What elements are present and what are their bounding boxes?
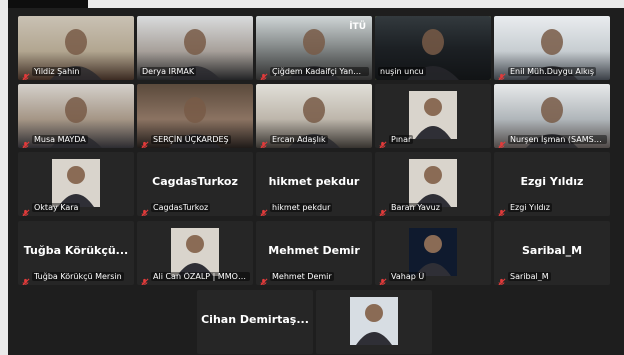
participant-name: Nurşen İşman (SAMSUN) xyxy=(508,135,607,144)
participant-tile[interactable]: Vahap Ü xyxy=(375,221,491,285)
mic-muted-icon xyxy=(140,203,149,216)
mic-muted-icon xyxy=(21,203,30,216)
itu-logo: İTÜ xyxy=(349,22,366,32)
participant-tile[interactable]: Tuğba Körükçü... Tuğba Körükçü Mersin xyxy=(18,221,134,285)
participant-name: Vahap Ü xyxy=(389,272,427,281)
participant-name: Yildiz Şahin xyxy=(32,67,82,76)
participant-label: Yildiz Şahin xyxy=(21,66,131,80)
mic-muted-icon xyxy=(259,67,268,80)
participant-tile[interactable]: Ercan Adaşlık xyxy=(256,84,372,148)
participant-label: CagdasTurkoz xyxy=(140,202,250,216)
participant-label: hikmet pekdur xyxy=(259,202,369,216)
participant-name: nuşin uncu xyxy=(378,67,426,76)
mic-muted-icon xyxy=(21,135,30,148)
participant-name: Mehmet Demir xyxy=(270,272,334,281)
mic-muted-icon xyxy=(259,272,268,285)
participant-tile[interactable]: Yildiz Şahin xyxy=(18,16,134,80)
participant-name-display: Ezgi Yıldız xyxy=(520,175,584,188)
participant-name-display: CagdasTurkoz xyxy=(152,175,238,188)
mic-muted-icon xyxy=(21,67,30,80)
participant-tile[interactable]: Musa MAYDA xyxy=(18,84,134,148)
participant-name: Derya IRMAK xyxy=(140,67,197,76)
participant-name-display: Tuğba Körükçü... xyxy=(23,244,129,257)
meeting-window: Yildiz Şahin Derya IRMAK İTÜ Çiğdem Kadaifç… xyxy=(0,0,624,355)
participant-tile[interactable]: SERÇİN ÜÇKARDEŞ xyxy=(137,84,253,148)
participant-tile[interactable]: Mehmet Demir Mehmet Demir xyxy=(256,221,372,285)
participant-name: hikmet pekdur xyxy=(270,203,333,212)
participant-tile[interactable]: Enil Müh.Duygu Alkış xyxy=(494,16,610,80)
participant-label: Enil Müh.Duygu Alkış xyxy=(497,66,607,80)
participant-tile[interactable]: Nurşen İşman (SAMSUN) xyxy=(494,84,610,148)
participant-label: Saribal_M xyxy=(497,271,607,285)
top-bar xyxy=(8,0,88,8)
participant-name: Oktay Kara xyxy=(32,203,81,212)
mic-muted-icon xyxy=(497,135,506,148)
participant-name: Tuğba Körükçü Mersin xyxy=(32,272,124,281)
participant-tile[interactable]: hikmet pekdur hikmet pekdur xyxy=(256,152,372,216)
participant-name-display: Saribal_M xyxy=(521,244,583,257)
participant-name-display: Cihan Demirtaş... xyxy=(201,313,309,326)
participant-label: Ezgi Yıldız xyxy=(497,202,607,216)
mic-muted-icon xyxy=(140,272,149,285)
profile-picture xyxy=(409,228,457,276)
participant-name: Ercan Adaşlık xyxy=(270,135,328,144)
participant-label: Mehmet Demir xyxy=(259,271,369,285)
participant-name: Çiğdem Kadaifçi Yanmaz xyxy=(270,67,369,76)
participant-tile[interactable]: nuşin uncu xyxy=(375,16,491,80)
participant-tile[interactable]: CagdasTurkoz CagdasTurkoz xyxy=(137,152,253,216)
profile-picture xyxy=(52,159,100,207)
gallery-view: Yildiz Şahin Derya IRMAK İTÜ Çiğdem Kadaifç… xyxy=(8,8,624,355)
participant-label: Vahap Ü xyxy=(378,271,488,285)
participant-label: Baran Yavuz xyxy=(378,202,488,216)
participant-tile[interactable]: Pınar xyxy=(375,84,491,148)
participant-name-display: hikmet pekdur xyxy=(268,175,360,188)
profile-picture xyxy=(350,297,398,345)
participant-label: Musa MAYDA xyxy=(21,134,131,148)
profile-picture xyxy=(409,159,457,207)
participant-name: Musa MAYDA xyxy=(32,135,88,144)
participant-name: Pınar xyxy=(389,135,414,144)
participant-name: SERÇİN ÜÇKARDEŞ xyxy=(151,135,231,144)
participant-name-display: Mehmet Demir xyxy=(268,244,360,257)
participant-label: Nurşen İşman (SAMSUN) xyxy=(497,134,607,148)
mic-muted-icon xyxy=(497,272,506,285)
participant-tile[interactable]: Ali Can ÖZALP | MMO İstan... xyxy=(137,221,253,285)
participant-name: Saribal_M xyxy=(508,272,551,281)
participant-label: nuşin uncu xyxy=(378,66,488,77)
mic-muted-icon xyxy=(497,203,506,216)
participant-label: Çiğdem Kadaifçi Yanmaz xyxy=(259,66,369,80)
participant-label: Tuğba Körükçü Mersin xyxy=(21,271,131,285)
mic-muted-icon xyxy=(140,135,149,148)
participant-name: CagdasTurkoz xyxy=(151,203,211,212)
mic-muted-icon xyxy=(497,67,506,80)
participant-tile[interactable]: Derya IRMAK xyxy=(137,16,253,80)
participant-label: Ercan Adaşlık xyxy=(259,134,369,148)
participant-label: Oktay Kara xyxy=(21,202,131,216)
mic-muted-icon xyxy=(378,272,387,285)
participant-name: Baran Yavuz xyxy=(389,203,442,212)
mic-muted-icon xyxy=(21,272,30,285)
participant-tile[interactable]: Ezgi Yıldız Ezgi Yıldız xyxy=(494,152,610,216)
mic-muted-icon xyxy=(378,203,387,216)
participant-label: SERÇİN ÜÇKARDEŞ xyxy=(140,134,250,148)
participant-name: Ezgi Yıldız xyxy=(508,203,552,212)
participant-tile[interactable]: Oktay Kara xyxy=(18,152,134,216)
participant-tile[interactable] xyxy=(316,290,432,354)
participant-label: Ali Can ÖZALP | MMO İstan... xyxy=(140,271,250,285)
profile-picture xyxy=(409,91,457,139)
participant-label: Pınar xyxy=(378,134,488,148)
participant-name: Enil Müh.Duygu Alkış xyxy=(508,67,597,76)
participant-label: Derya IRMAK xyxy=(140,66,250,77)
participant-tile[interactable]: Baran Yavuz xyxy=(375,152,491,216)
mic-muted-icon xyxy=(259,203,268,216)
participant-tile[interactable]: Cihan Demirtaş... xyxy=(197,290,313,354)
participant-tile[interactable]: İTÜ Çiğdem Kadaifçi Yanmaz xyxy=(256,16,372,80)
mic-muted-icon xyxy=(378,135,387,148)
participant-name: Ali Can ÖZALP | MMO İstan... xyxy=(151,272,250,281)
mic-muted-icon xyxy=(259,135,268,148)
profile-picture xyxy=(171,228,219,276)
participant-tile[interactable]: Saribal_M Saribal_M xyxy=(494,221,610,285)
